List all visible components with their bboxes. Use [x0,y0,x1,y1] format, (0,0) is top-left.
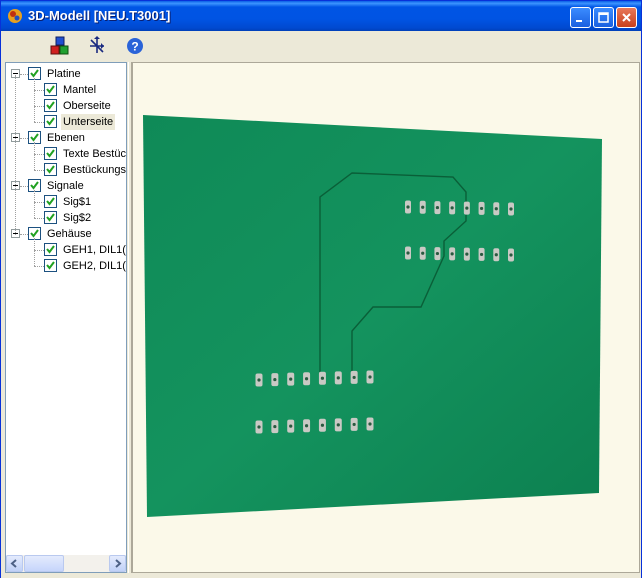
tree-item[interactable]: Texte Bestüc [6,146,126,162]
pad-hole [406,205,410,209]
pad-hole [494,253,498,257]
layer-tree[interactable]: Platine Mantel Oberseite Unterseite Ebenen Te… [5,62,127,573]
pad-hole [465,206,469,210]
3d-viewport[interactable] [132,62,640,573]
pad-hole [465,252,469,256]
tree-item[interactable]: Unterseite [6,114,126,130]
tree-item-label: Mantel [63,84,97,96]
window-title: 3D-Modell [NEU.T3001] [28,8,171,23]
pad-hole [421,251,425,255]
pad-hole [368,422,372,426]
help-icon: ? [127,38,143,54]
layer-checkbox[interactable] [44,115,57,128]
pad-hole [494,207,498,211]
pad-hole [336,376,340,380]
tree-group-label: Signale [47,180,84,192]
board-render [143,115,602,517]
close-icon [622,13,631,22]
pad-hole [479,206,484,211]
pad-hole [368,375,372,379]
pad-hole [289,424,293,428]
pad-hole [406,251,410,255]
layer-checkbox[interactable] [44,195,57,208]
title-bar[interactable]: 3D-Modell [NEU.T3001] [1,1,641,31]
tree-item-label: Sig$1 [63,196,92,208]
tree-item[interactable]: Sig$1 [6,194,126,210]
colors-button[interactable] [48,34,72,58]
pad-hole [352,375,356,380]
minimize-button[interactable] [570,7,591,28]
tree-item[interactable]: Sig$2 [6,210,126,226]
layer-checkbox[interactable] [44,99,57,112]
pad-hole [352,422,356,427]
layer-checkbox[interactable] [44,83,57,96]
view-settings-button[interactable] [85,34,109,58]
scroll-right-button[interactable] [109,555,126,572]
status-bar [1,573,641,578]
3d-model-window: 3D-Modell [NEU.T3001] ? Platine Mantel O… [0,0,642,578]
tree-group-gehäuse[interactable]: Gehäuse [6,226,126,242]
pad-hole [273,377,277,382]
pad-hole [450,206,454,210]
layer-checkbox[interactable] [44,163,57,176]
chevron-left-icon [10,559,17,568]
maximize-button[interactable] [593,7,614,28]
app-icon [8,9,22,23]
pad-hole [273,424,277,429]
pad-hole [435,251,440,256]
tree-item-label: Bestückungs [63,164,126,176]
chevron-right-icon [115,559,122,568]
pad-hole [421,205,425,209]
tree-item[interactable]: Oberseite [6,98,126,114]
maximize-icon [598,12,609,23]
pad-hole [257,378,261,382]
pad-hole [304,377,309,381]
pad-hole [257,425,261,429]
tree-item-label: GEH1, DIL1( [63,244,126,256]
pad-hole [509,253,513,257]
scroll-left-button[interactable] [6,555,23,572]
pcb-board [143,115,602,517]
pad-hole [320,376,325,380]
layer-checkbox[interactable] [44,147,57,160]
pad-hole [479,252,484,257]
tree-group-label: Gehäuse [47,228,92,240]
view-settings-icon [90,36,104,53]
tree-item[interactable]: GEH1, DIL1( [6,242,126,258]
tree-item-label: Oberseite [63,100,111,112]
tree-item-label: Texte Bestüc [63,148,126,160]
colors-icon [50,36,69,55]
tree-group-ebenen[interactable]: Ebenen [6,130,126,146]
layer-checkbox[interactable] [44,259,57,272]
tree-item[interactable]: Mantel [6,82,126,98]
tree-item[interactable]: GEH2, DIL1( [6,258,126,274]
toolbar: ? [1,31,641,61]
svg-text:?: ? [131,40,138,54]
tree-group-label: Ebenen [47,132,85,144]
pad-hole [450,252,454,256]
tree-group-signale[interactable]: Signale [6,178,126,194]
tree-group-platine[interactable]: Platine [6,66,126,82]
pad-hole [509,207,513,211]
tree-item-label: Unterseite [61,114,116,130]
pad-hole [304,424,309,428]
tree-item-label: GEH2, DIL1( [63,260,126,272]
close-button[interactable] [616,7,637,28]
pad-hole [336,423,340,427]
minimize-icon [576,20,582,22]
scroll-thumb[interactable] [24,555,64,572]
help-button[interactable]: ? [123,34,147,58]
tree-horizontal-scrollbar[interactable] [6,555,126,572]
tree-item-label: Sig$2 [63,212,92,224]
tree-item[interactable]: Bestückungs [6,162,126,178]
pad-hole [320,423,325,427]
pad-hole [435,205,440,210]
layer-checkbox[interactable] [44,211,57,224]
pad-hole [289,377,293,381]
tree-group-label: Platine [47,68,81,80]
layer-checkbox[interactable] [44,243,57,256]
